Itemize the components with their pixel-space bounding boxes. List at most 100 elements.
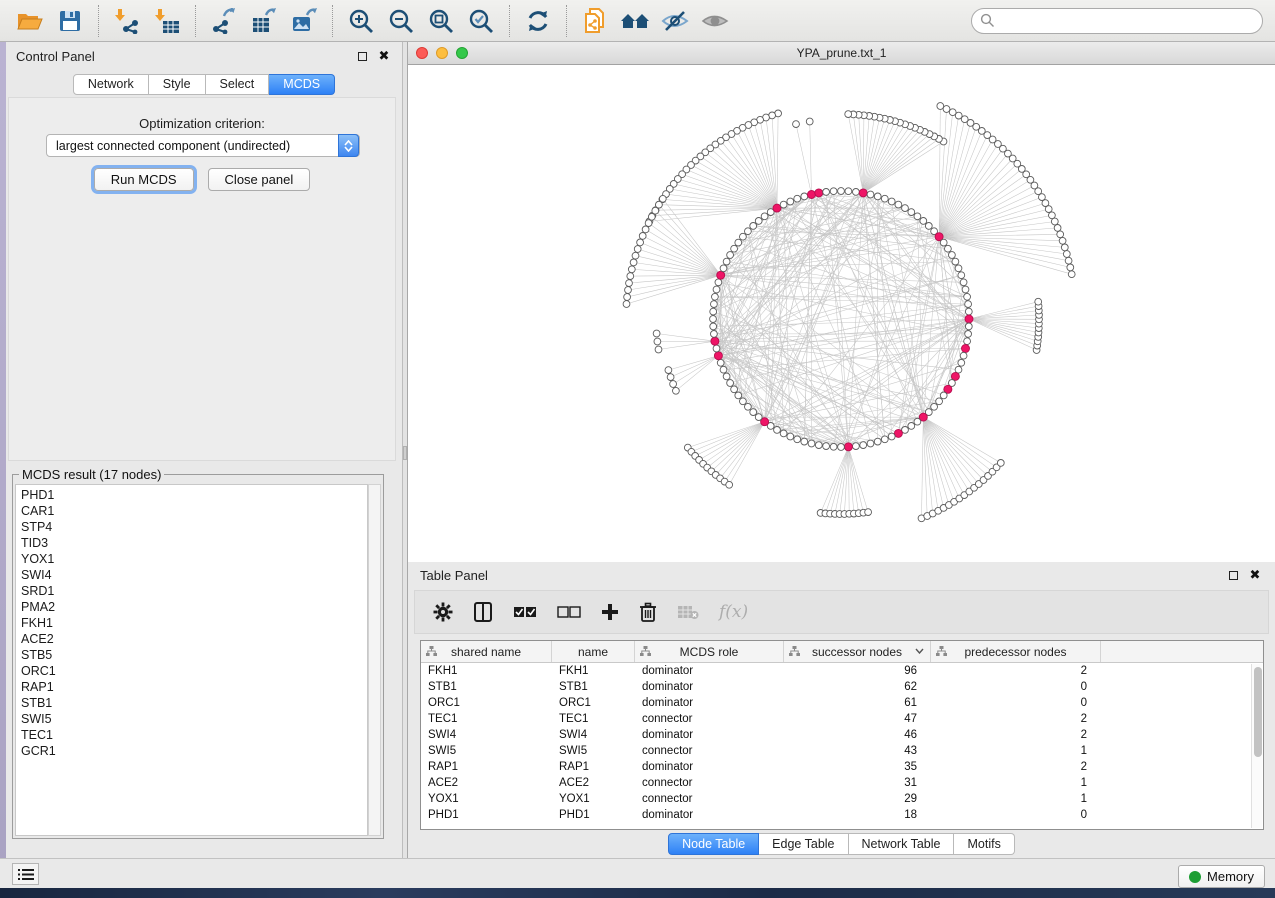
table-row[interactable]: ORC1ORC1dominator610: [421, 695, 1263, 711]
mcds-result-item[interactable]: FKH1: [21, 615, 367, 631]
column-header-name[interactable]: name: [552, 641, 635, 662]
table-row[interactable]: RAP1RAP1dominator352: [421, 759, 1263, 775]
export-network-button[interactable]: [209, 6, 239, 36]
close-panel-button[interactable]: Close panel: [208, 168, 311, 191]
run-mcds-button[interactable]: Run MCDS: [94, 168, 194, 191]
zoom-selected-button[interactable]: [466, 6, 496, 36]
table-row[interactable]: TEC1TEC1connector472: [421, 711, 1263, 727]
import-network-button[interactable]: [112, 6, 142, 36]
cell-predecessor_nodes: 2: [931, 665, 1101, 677]
export-network-icon: [211, 8, 237, 34]
home-button[interactable]: [620, 6, 650, 36]
zoom-in-button[interactable]: [346, 6, 376, 36]
table-panel-title: Table Panel: [420, 568, 488, 583]
column-header-successor_nodes[interactable]: successor nodes: [784, 641, 931, 662]
duplicate-network-button[interactable]: [580, 6, 610, 36]
table-row[interactable]: SWI5SWI5connector431: [421, 743, 1263, 759]
memory-button[interactable]: Memory: [1178, 865, 1265, 888]
splitter-grip[interactable]: [403, 446, 407, 460]
search-box[interactable]: [971, 8, 1263, 34]
network-window-titlebar[interactable]: YPA_prune.txt_1: [408, 42, 1275, 65]
show-all-button[interactable]: [700, 6, 730, 36]
close-table-panel-icon[interactable]: ✖: [1247, 567, 1263, 583]
export-table-button[interactable]: [249, 6, 279, 36]
split-columns-icon[interactable]: [473, 599, 493, 625]
table-row[interactable]: YOX1YOX1connector291: [421, 791, 1263, 807]
search-input[interactable]: [995, 11, 1262, 31]
delete-table-icon[interactable]: [677, 599, 699, 625]
mcds-result-item[interactable]: TID3: [21, 535, 367, 551]
mcds-result-item[interactable]: RAP1: [21, 679, 367, 695]
export-image-button[interactable]: [289, 6, 319, 36]
refresh-button[interactable]: [523, 6, 553, 36]
network-canvas[interactable]: [408, 65, 1275, 562]
tab-network[interactable]: Network: [73, 74, 149, 95]
tab-mcds[interactable]: MCDS: [269, 74, 335, 95]
mcds-result-item[interactable]: STP4: [21, 519, 367, 535]
mcds-result-item[interactable]: SWI4: [21, 567, 367, 583]
node-table: shared namenameMCDS rolesuccessor nodesp…: [420, 640, 1264, 830]
cell-shared_name: RAP1: [421, 761, 552, 773]
import-table-button[interactable]: [152, 6, 182, 36]
table-scrollbar[interactable]: [1251, 664, 1262, 828]
column-header-predecessor_nodes[interactable]: predecessor nodes: [931, 641, 1101, 662]
cell-mcds_role: connector: [635, 745, 784, 757]
tab-network-table[interactable]: Network Table: [849, 833, 955, 855]
mcds-result-item[interactable]: YOX1: [21, 551, 367, 567]
function-builder-icon[interactable]: f(x): [719, 599, 748, 625]
mcds-result-item[interactable]: PMA2: [21, 599, 367, 615]
gear-icon[interactable]: [433, 599, 453, 625]
table-row[interactable]: STB1STB1dominator620: [421, 679, 1263, 695]
float-table-panel-icon[interactable]: [1225, 567, 1241, 583]
zoom-in-icon: [348, 8, 374, 34]
status-bar: Memory: [0, 858, 1275, 888]
mcds-result-item[interactable]: STB5: [21, 647, 367, 663]
cell-mcds_role: dominator: [635, 761, 784, 773]
criterion-select[interactable]: largest connected component (undirected): [46, 134, 360, 157]
open-file-button[interactable]: [15, 6, 45, 36]
tab-motifs[interactable]: Motifs: [954, 833, 1014, 855]
zoom-fit-button[interactable]: [426, 6, 456, 36]
column-header-mcds_role[interactable]: MCDS role: [635, 641, 784, 662]
cell-mcds_role: connector: [635, 793, 784, 805]
cell-mcds_role: dominator: [635, 697, 784, 709]
mcds-result-item[interactable]: ORC1: [21, 663, 367, 679]
delete-column-icon[interactable]: [639, 599, 657, 625]
float-panel-icon[interactable]: [354, 48, 370, 64]
mcds-result-item[interactable]: CAR1: [21, 503, 367, 519]
column-header-shared_name[interactable]: shared name: [421, 641, 552, 662]
mcds-result-title: MCDS result (17 nodes): [19, 467, 164, 482]
cell-mcds_role: connector: [635, 713, 784, 725]
mcds-result-item[interactable]: STB1: [21, 695, 367, 711]
clear-selection-icon[interactable]: [557, 599, 581, 625]
cell-predecessor_nodes: 2: [931, 761, 1101, 773]
mcds-result-item[interactable]: GCR1: [21, 743, 367, 759]
cell-successor_nodes: 35: [784, 761, 931, 773]
hide-selected-button[interactable]: [660, 6, 690, 36]
save-session-button[interactable]: [55, 6, 85, 36]
tab-select[interactable]: Select: [206, 74, 270, 95]
mcds-result-list[interactable]: PHD1CAR1STP4TID3YOX1SWI4SRD1PMA2FKH1ACE2…: [15, 484, 368, 836]
close-panel-icon[interactable]: ✖: [376, 48, 392, 64]
mcds-result-item[interactable]: SRD1: [21, 583, 367, 599]
cell-successor_nodes: 31: [784, 777, 931, 789]
table-row[interactable]: ACE2ACE2connector311: [421, 775, 1263, 791]
mcds-result-item[interactable]: ACE2: [21, 631, 367, 647]
add-column-icon[interactable]: [601, 599, 619, 625]
tab-edge-table[interactable]: Edge Table: [759, 833, 848, 855]
mcds-result-item[interactable]: PHD1: [21, 487, 367, 503]
tab-style[interactable]: Style: [149, 74, 206, 95]
table-row[interactable]: FKH1FKH1dominator962: [421, 663, 1263, 679]
task-history-button[interactable]: [12, 863, 39, 885]
tab-node-table[interactable]: Node Table: [668, 833, 759, 855]
select-all-icon[interactable]: [513, 599, 537, 625]
table-row[interactable]: PHD1PHD1dominator180: [421, 807, 1263, 823]
table-row[interactable]: SWI4SWI4dominator462: [421, 727, 1263, 743]
table-scrollbar-thumb[interactable]: [1254, 667, 1262, 757]
mcds-list-scrollbar[interactable]: [368, 484, 381, 836]
open-file-icon: [16, 9, 44, 33]
zoom-out-button[interactable]: [386, 6, 416, 36]
mcds-result-item[interactable]: SWI5: [21, 711, 367, 727]
save-session-icon: [58, 9, 82, 33]
mcds-result-item[interactable]: TEC1: [21, 727, 367, 743]
